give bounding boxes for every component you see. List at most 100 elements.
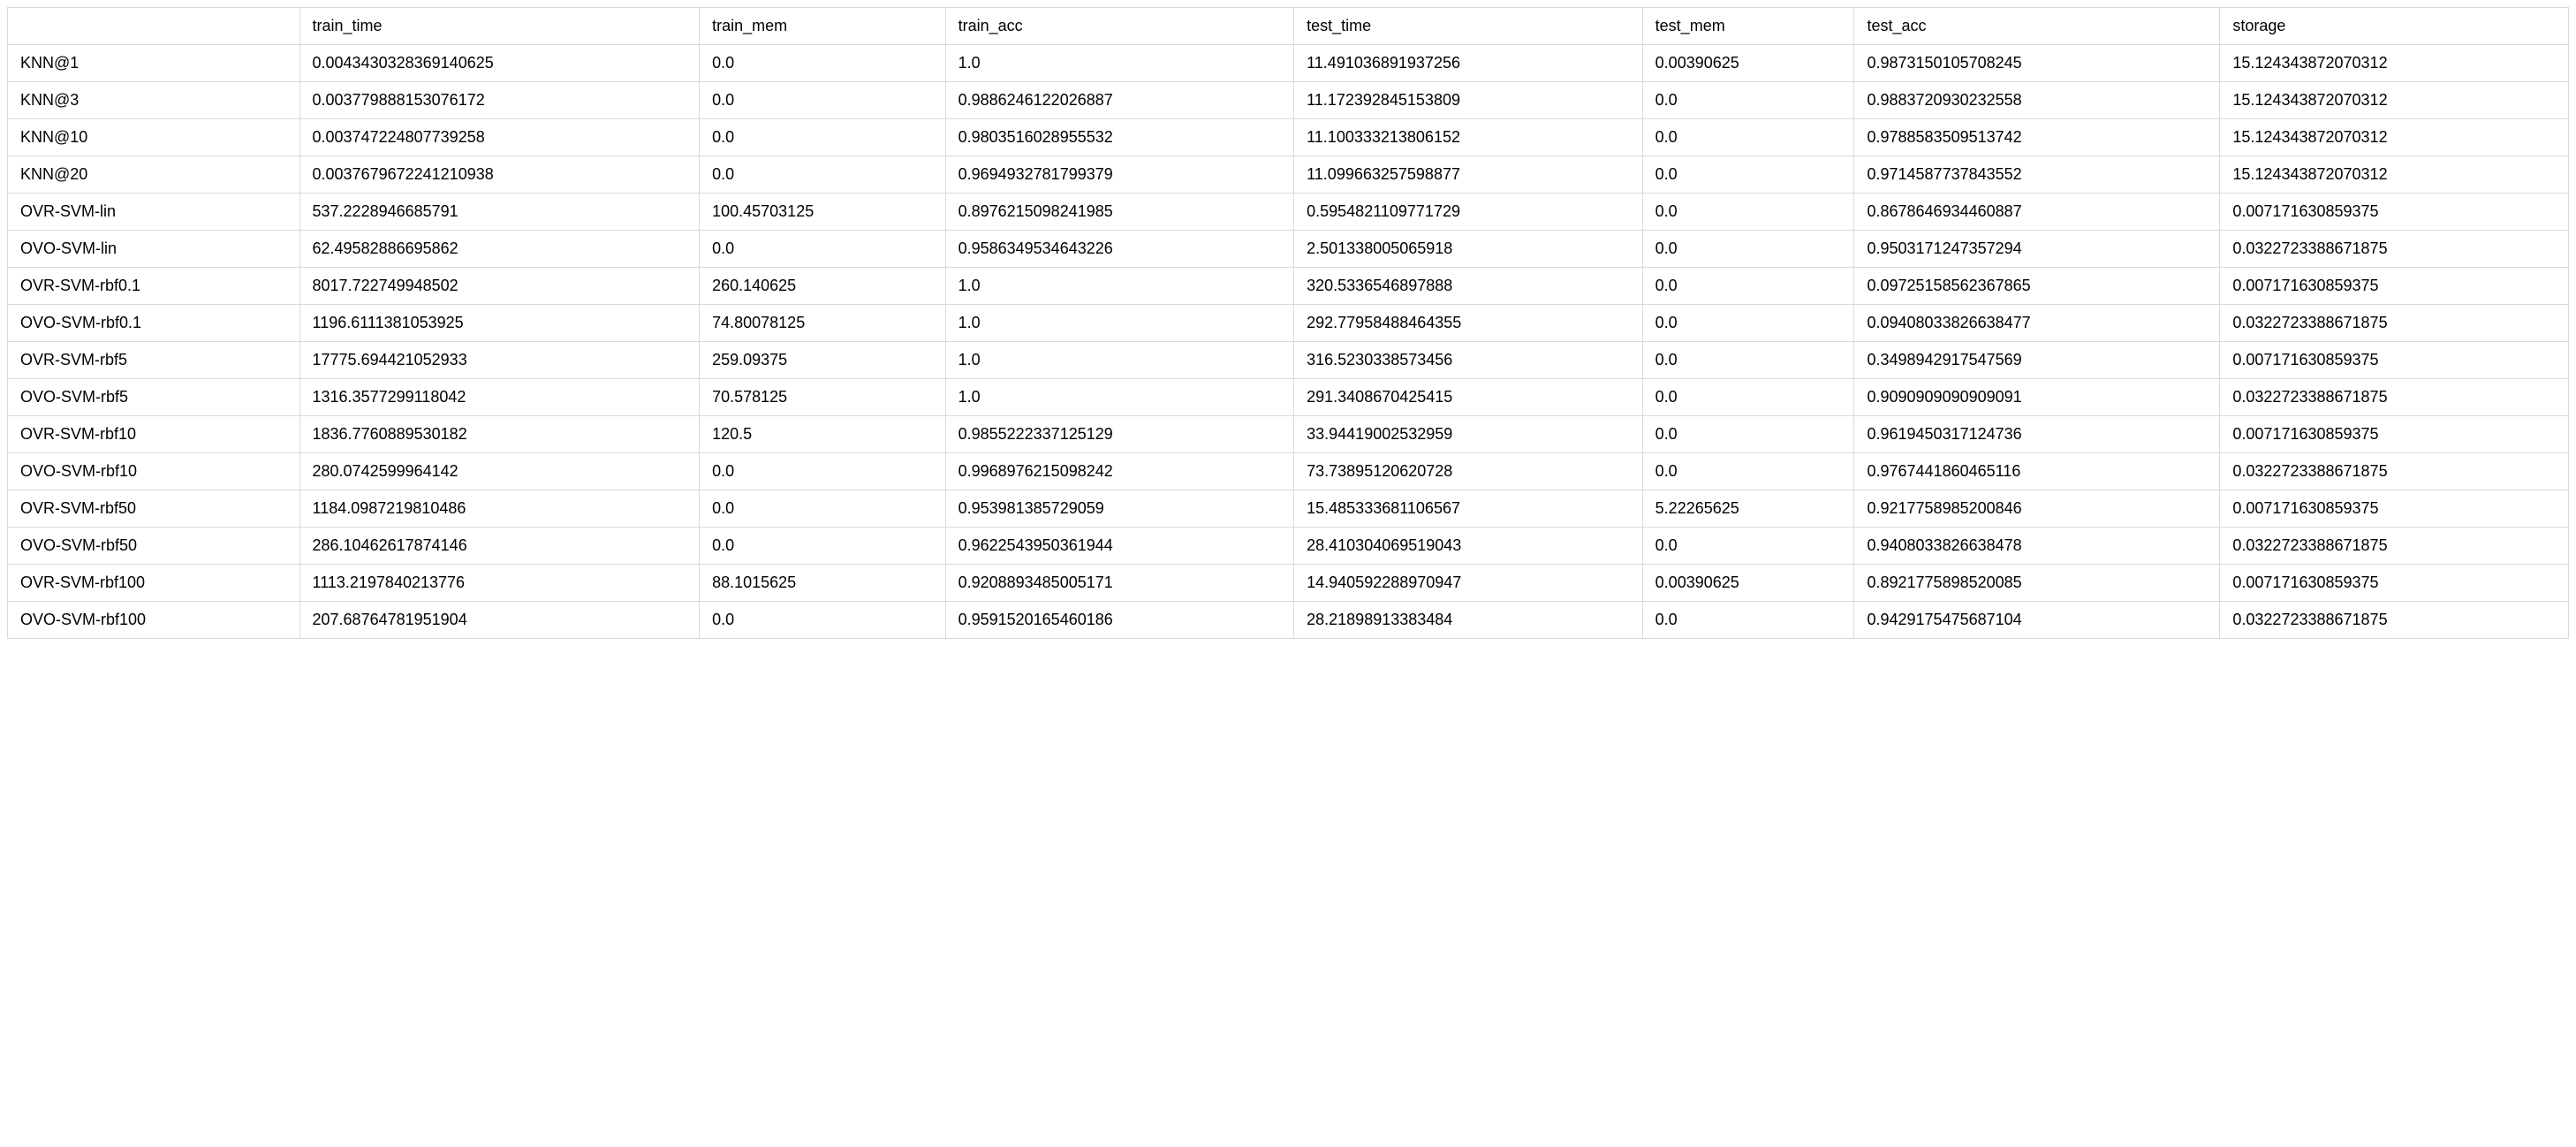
cell-test_acc: 0.9883720930232558: [1854, 82, 2220, 119]
cell-train_acc: 1.0: [945, 305, 1294, 342]
table-row: OVR-SVM-rbf101836.7760889530182120.50.98…: [8, 416, 2569, 453]
cell-test_mem: 0.0: [1642, 379, 1854, 416]
cell-train_acc: 0.9694932781799379: [945, 156, 1294, 194]
cell-test_mem: 0.0: [1642, 194, 1854, 231]
cell-storage: 0.007171630859375: [2220, 416, 2569, 453]
table-row: OVO-SVM-rbf0.11196.611138105392574.80078…: [8, 305, 2569, 342]
col-header-train_mem: train_mem: [700, 8, 945, 45]
cell-storage: 15.124343872070312: [2220, 45, 2569, 82]
cell-train_mem: 0.0: [700, 82, 945, 119]
cell-test_time: 11.491036891937256: [1294, 45, 1643, 82]
cell-storage: 0.007171630859375: [2220, 268, 2569, 305]
cell-test_time: 320.5336546897888: [1294, 268, 1643, 305]
cell-train_mem: 100.45703125: [700, 194, 945, 231]
cell-test_acc: 0.9429175475687104: [1854, 602, 2220, 639]
row-label: OVO-SVM-rbf10: [8, 453, 300, 490]
cell-train_mem: 260.140625: [700, 268, 945, 305]
cell-train_time: 1113.2197840213776: [299, 565, 700, 602]
results-table: train_timetrain_memtrain_acctest_timetes…: [7, 7, 2569, 639]
cell-test_mem: 0.0: [1642, 416, 1854, 453]
cell-test_time: 28.21898913383484: [1294, 602, 1643, 639]
row-label: OVR-SVM-rbf5: [8, 342, 300, 379]
cell-train_mem: 0.0: [700, 602, 945, 639]
col-header-train_acc: train_acc: [945, 8, 1294, 45]
table-row: OVR-SVM-lin537.2228946685791100.45703125…: [8, 194, 2569, 231]
cell-test_acc: 0.9714587737843552: [1854, 156, 2220, 194]
cell-train_acc: 0.9622543950361944: [945, 528, 1294, 565]
table-row: OVO-SVM-rbf100207.687647819519040.00.959…: [8, 602, 2569, 639]
cell-test_time: 0.5954821109771729: [1294, 194, 1643, 231]
cell-test_time: 291.3408670425415: [1294, 379, 1643, 416]
cell-test_acc: 0.09725158562367865: [1854, 268, 2220, 305]
cell-test_time: 11.099663257598877: [1294, 156, 1643, 194]
col-header-storage: storage: [2220, 8, 2569, 45]
row-label: OVR-SVM-rbf100: [8, 565, 300, 602]
cell-train_mem: 0.0: [700, 119, 945, 156]
cell-test_time: 28.410304069519043: [1294, 528, 1643, 565]
cell-train_acc: 1.0: [945, 268, 1294, 305]
cell-test_time: 11.172392845153809: [1294, 82, 1643, 119]
cell-test_time: 316.5230338573456: [1294, 342, 1643, 379]
col-header-train_time: train_time: [299, 8, 700, 45]
cell-test_acc: 0.9090909090909091: [1854, 379, 2220, 416]
cell-test_mem: 0.0: [1642, 453, 1854, 490]
cell-train_acc: 0.9968976215098242: [945, 453, 1294, 490]
cell-train_time: 280.0742599964142: [299, 453, 700, 490]
cell-test_time: 14.940592288970947: [1294, 565, 1643, 602]
cell-train_time: 62.49582886695862: [299, 231, 700, 268]
cell-test_time: 292.77958488464355: [1294, 305, 1643, 342]
cell-test_mem: 0.0: [1642, 119, 1854, 156]
row-label: OVO-SVM-lin: [8, 231, 300, 268]
cell-train_mem: 0.0: [700, 528, 945, 565]
row-label: OVO-SVM-rbf50: [8, 528, 300, 565]
cell-test_acc: 0.9408033826638478: [1854, 528, 2220, 565]
table-row: KNN@30.0037798881530761720.00.9886246122…: [8, 82, 2569, 119]
cell-storage: 0.0322723388671875: [2220, 305, 2569, 342]
table-row: KNN@100.0037472248077392580.00.980351602…: [8, 119, 2569, 156]
cell-test_mem: 0.0: [1642, 602, 1854, 639]
table-row: KNN@10.00434303283691406250.01.011.49103…: [8, 45, 2569, 82]
cell-train_acc: 0.9855222337125129: [945, 416, 1294, 453]
table-row: OVO-SVM-rbf50286.104626178741460.00.9622…: [8, 528, 2569, 565]
cell-train_acc: 1.0: [945, 45, 1294, 82]
cell-storage: 0.0322723388671875: [2220, 528, 2569, 565]
cell-test_mem: 0.0: [1642, 231, 1854, 268]
cell-test_mem: 0.0: [1642, 342, 1854, 379]
row-label: OVO-SVM-rbf100: [8, 602, 300, 639]
cell-train_acc: 0.9591520165460186: [945, 602, 1294, 639]
cell-train_acc: 0.8976215098241985: [945, 194, 1294, 231]
cell-test_time: 15.485333681106567: [1294, 490, 1643, 528]
cell-train_time: 286.10462617874146: [299, 528, 700, 565]
cell-train_time: 1836.7760889530182: [299, 416, 700, 453]
row-label: KNN@1: [8, 45, 300, 82]
cell-train_mem: 120.5: [700, 416, 945, 453]
cell-test_acc: 0.9788583509513742: [1854, 119, 2220, 156]
cell-train_mem: 0.0: [700, 45, 945, 82]
cell-train_time: 0.003779888153076172: [299, 82, 700, 119]
cell-train_time: 17775.694421052933: [299, 342, 700, 379]
cell-train_time: 207.68764781951904: [299, 602, 700, 639]
row-label: OVR-SVM-rbf0.1: [8, 268, 300, 305]
table-row: OVO-SVM-lin62.495828866958620.00.9586349…: [8, 231, 2569, 268]
cell-test_mem: 0.0: [1642, 82, 1854, 119]
table-row: OVR-SVM-rbf517775.694421052933259.093751…: [8, 342, 2569, 379]
cell-train_acc: 0.9208893485005171: [945, 565, 1294, 602]
cell-train_acc: 0.9803516028955532: [945, 119, 1294, 156]
cell-storage: 0.0322723388671875: [2220, 453, 2569, 490]
table-body: KNN@10.00434303283691406250.01.011.49103…: [8, 45, 2569, 639]
table-row: OVO-SVM-rbf51316.357729911804270.5781251…: [8, 379, 2569, 416]
cell-test_mem: 5.22265625: [1642, 490, 1854, 528]
cell-train_acc: 0.953981385729059: [945, 490, 1294, 528]
cell-test_acc: 0.3498942917547569: [1854, 342, 2220, 379]
table-row: OVR-SVM-rbf0.18017.722749948502260.14062…: [8, 268, 2569, 305]
cell-storage: 0.0322723388671875: [2220, 231, 2569, 268]
cell-test_mem: 0.0: [1642, 268, 1854, 305]
cell-storage: 15.124343872070312: [2220, 119, 2569, 156]
cell-test_acc: 0.9767441860465116: [1854, 453, 2220, 490]
cell-train_time: 0.0037679672241210938: [299, 156, 700, 194]
cell-train_mem: 0.0: [700, 156, 945, 194]
cell-test_acc: 0.9873150105708245: [1854, 45, 2220, 82]
cell-test_mem: 0.0: [1642, 305, 1854, 342]
cell-test_acc: 0.9217758985200846: [1854, 490, 2220, 528]
cell-test_mem: 0.0: [1642, 528, 1854, 565]
